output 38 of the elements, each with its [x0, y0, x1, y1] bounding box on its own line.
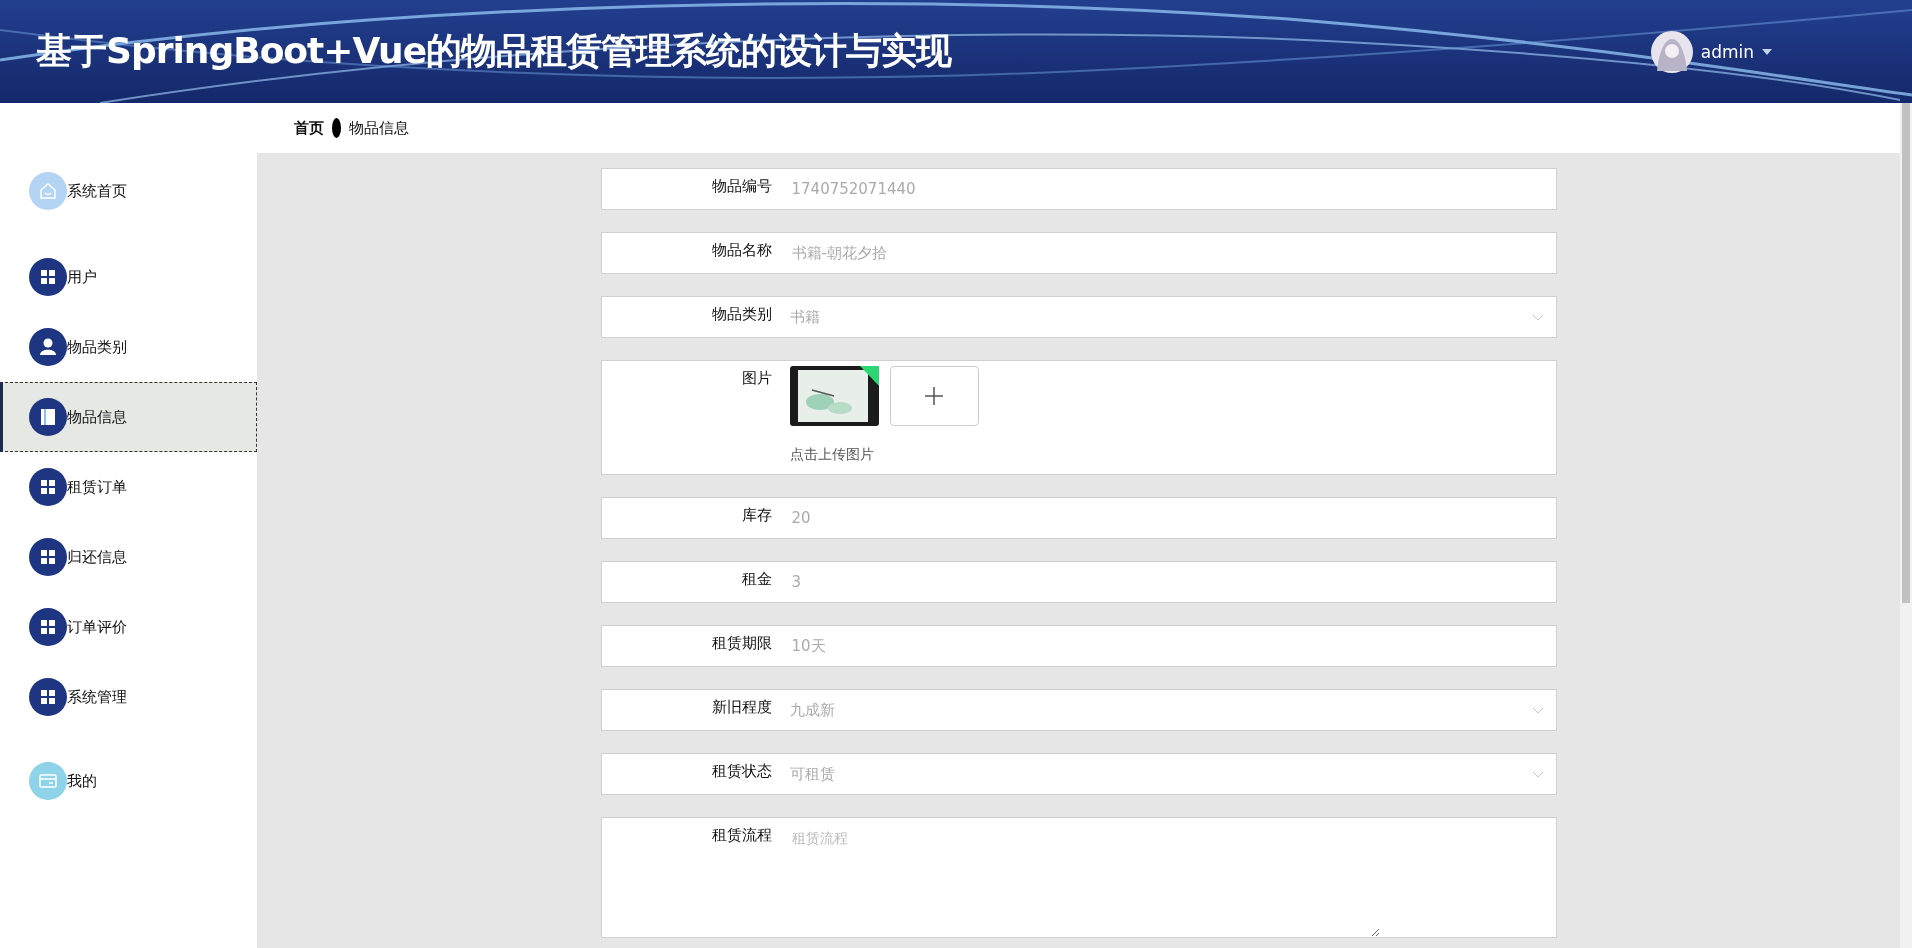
plus-icon: [924, 386, 944, 406]
sidebar-item[interactable]: 租赁订单: [0, 452, 257, 522]
sidebar-item[interactable]: 系统首页: [0, 156, 257, 226]
upload-hint: 点击上传图片: [789, 446, 875, 464]
app-title: 基于SpringBoot+Vue的物品租赁管理系统的设计与实现: [36, 29, 952, 73]
avatar-icon[interactable]: [1650, 30, 1693, 73]
chevron-icon: [1531, 313, 1544, 321]
user-name[interactable]: admin: [1700, 41, 1754, 62]
field-label: 租赁流程: [710, 825, 773, 846]
sidebar-item[interactable]: 物品信息: [0, 382, 257, 452]
field-label: 库存: [740, 505, 773, 526]
separator-icon: [332, 118, 341, 138]
caret-icon[interactable]: [1762, 48, 1772, 55]
form-field[interactable]: 库存 20: [600, 497, 1557, 539]
sidebar-item[interactable]: 我的: [0, 746, 257, 816]
form-field[interactable]: 物品名称 书籍-朝花夕拾: [600, 232, 1557, 274]
field-label: 租赁状态: [710, 761, 773, 782]
form-field[interactable]: 租赁流程 租赁流程: [600, 817, 1557, 938]
field-label: 物品编号: [710, 176, 773, 197]
field-label: 租金: [740, 569, 773, 590]
form-field[interactable]: 租金 3: [600, 561, 1557, 603]
chevron-icon: [1531, 770, 1544, 778]
sidebar-item[interactable]: 物品类别: [0, 312, 257, 382]
chevron-icon: [1531, 706, 1544, 714]
breadcrumb-link[interactable]: 物品信息: [349, 118, 409, 138]
sidebar-item[interactable]: 归还信息: [0, 522, 257, 592]
field-label: 租赁期限: [710, 633, 773, 654]
form-field[interactable]: 租赁期限 10天: [600, 625, 1557, 667]
sidebar-item[interactable]: 系统管理: [0, 662, 257, 732]
sidebar-item[interactable]: 订单评价: [0, 592, 257, 662]
field-label: 新旧程度: [710, 697, 773, 718]
sidebar-item[interactable]: 用户: [0, 242, 257, 312]
form-field[interactable]: 物品编号 1740752071440: [600, 168, 1557, 210]
scrollbar[interactable]: [1900, 103, 1912, 948]
field-label: 物品类别: [710, 304, 773, 325]
field-label: 物品名称: [710, 240, 773, 261]
field-label: 图片: [740, 368, 773, 389]
breadcrumb-link[interactable]: 首页: [294, 118, 324, 138]
